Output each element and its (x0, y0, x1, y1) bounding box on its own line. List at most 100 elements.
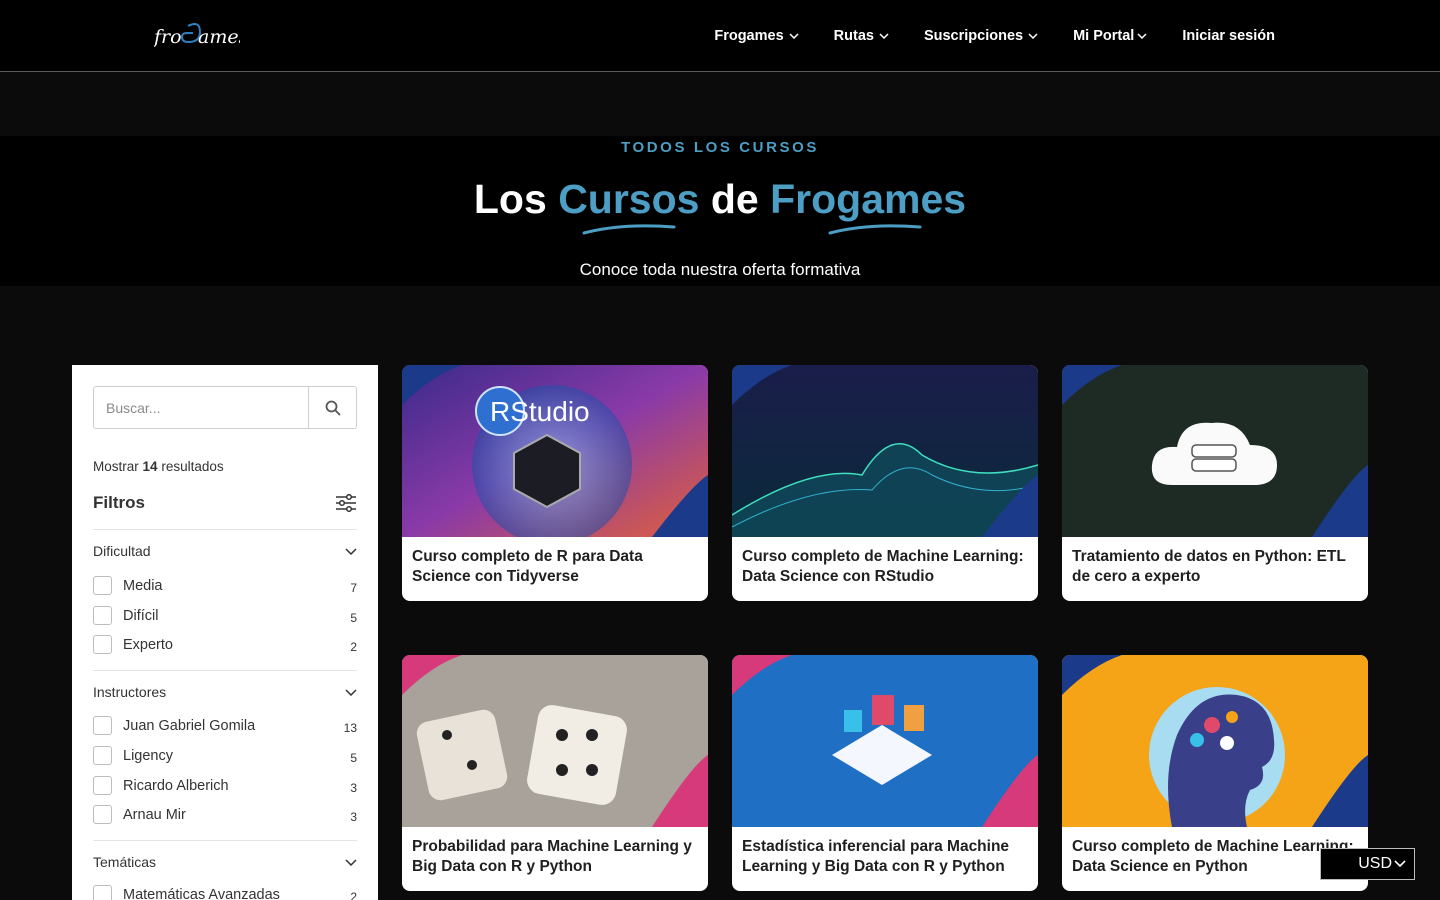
chevron-down-icon (345, 688, 357, 696)
chevron-down-icon (345, 858, 357, 866)
hero-subtitle: Conoce toda nuestra oferta formativa (579, 260, 861, 279)
divider (93, 670, 357, 671)
checkbox[interactable] (93, 716, 112, 735)
filter-option-label: Ricardo Alberich (123, 777, 229, 794)
title-accent-2: Frogames (770, 176, 967, 235)
page-title: Los Cursos de Frogames (0, 176, 1440, 235)
course-thumbnail (1062, 365, 1368, 537)
search-icon (325, 400, 340, 415)
checkbox[interactable] (93, 606, 112, 625)
nav-rutas[interactable]: Rutas (834, 28, 889, 44)
nav-rutas-label: Rutas (833, 28, 874, 44)
checkbox[interactable] (93, 635, 112, 654)
filter-option[interactable]: Juan Gabriel Gomila 13 (93, 716, 357, 735)
filter-option-label: Media (123, 577, 163, 594)
course-card[interactable]: Tratamiento de datos en Python: ETL de c… (1062, 365, 1368, 601)
dice-image (402, 655, 708, 827)
chevron-down-icon (1137, 33, 1147, 39)
filter-option-label: Ligency (123, 747, 173, 764)
course-title: Curso completo de R para Data Science co… (412, 548, 643, 585)
top-navbar: fro ames Frogames Rutas Suscripciones Mi… (0, 0, 1440, 72)
filter-option-count: 3 (350, 810, 357, 824)
filter-option-count: 5 (350, 751, 357, 765)
divider (93, 840, 357, 841)
course-card[interactable]: Estadística inferencial para Machine Lea… (732, 655, 1038, 891)
course-thumbnail (1062, 655, 1368, 827)
title-accent-1-text: Cursos (558, 176, 700, 222)
course-title: Curso completo de Machine Learning: Data… (742, 548, 1024, 585)
data-dashboard-illustration (732, 655, 1038, 827)
nav-frogames-label: Frogames (714, 28, 784, 44)
sliders-icon[interactable] (335, 494, 357, 512)
results-count-text: Mostrar 14 resultados (93, 459, 224, 474)
wireframe-landscape-image (732, 365, 1038, 537)
filter-option[interactable]: Ligency 5 (93, 746, 357, 765)
filter-option[interactable]: Difícil 5 (93, 606, 357, 625)
nav-iniciar-sesion-label: Iniciar sesión (1182, 28, 1275, 44)
nav-frogames[interactable]: Frogames (714, 28, 799, 44)
title-accent-2-text: Frogames (770, 176, 967, 222)
course-title: Estadística inferencial para Machine Lea… (742, 838, 1010, 875)
chevron-down-icon (789, 33, 799, 39)
nav-suscripciones-label: Suscripciones (923, 28, 1024, 44)
hero-eyebrow: TODOS LOS CURSOS (620, 139, 819, 156)
course-card[interactable]: Curso completo de Machine Learning: Data… (732, 365, 1038, 601)
search-button[interactable] (308, 387, 356, 428)
checkbox[interactable] (93, 805, 112, 824)
nav-suscripciones[interactable]: Suscripciones (924, 28, 1038, 44)
filter-sidebar: Mostrar 14 resultados Filtros Dificultad… (72, 365, 378, 900)
filter-group-title: Dificultad (93, 543, 151, 559)
filter-option-label: Juan Gabriel Gomila (123, 717, 256, 734)
nav-mi-portal[interactable]: Mi Portal (1073, 28, 1147, 44)
filter-option[interactable]: Media 7 (93, 576, 357, 595)
filter-option-count: 7 (350, 581, 357, 595)
course-title: Probabilidad para Machine Learning y Big… (412, 838, 692, 875)
checkbox[interactable] (93, 885, 112, 900)
course-thumbnail (732, 655, 1038, 827)
course-title: Curso completo de Machine Learning: Data… (1072, 838, 1354, 875)
thumb-text-1: RStudio (490, 396, 590, 427)
hero-spacer (0, 72, 1440, 136)
filter-option-count: 2 (350, 890, 357, 900)
course-card[interactable]: Probabilidad para Machine Learning y Big… (402, 655, 708, 891)
filter-group-title: Temáticas (93, 854, 157, 870)
course-thumbnail (402, 655, 708, 827)
filter-group-title: Instructores (93, 684, 167, 700)
checkbox[interactable] (93, 776, 112, 795)
svg-text:fro: fro (154, 26, 182, 48)
filter-option[interactable]: Experto 2 (93, 635, 357, 654)
filter-option[interactable]: Matemáticas Avanzadas 2 (93, 885, 357, 900)
title-accent-1: Cursos (558, 176, 700, 235)
nav-iniciar-sesion[interactable]: Iniciar sesión (1182, 28, 1275, 44)
frogames-logo[interactable]: fro ames (152, 20, 249, 50)
filter-option[interactable]: Ricardo Alberich 3 (93, 776, 357, 795)
frogames-logo-icon: fro ames (152, 23, 249, 48)
course-title: Tratamiento de datos en Python: ETL de c… (1072, 548, 1346, 585)
filter-option[interactable]: Arnau Mir 3 (93, 805, 357, 824)
hero-section: TODOS LOS CURSOS Los Cursos de Frogames … (0, 136, 1440, 286)
nav-mi-portal-label: Mi Portal (1073, 28, 1135, 44)
checkbox[interactable] (93, 746, 112, 765)
filters-header: Filtros (93, 493, 357, 513)
search-input[interactable] (94, 387, 308, 428)
brain-gears-illustration (1062, 655, 1368, 827)
checkbox[interactable] (93, 576, 112, 595)
title-part-2: de (710, 176, 759, 222)
swoosh-underline-icon (828, 224, 922, 235)
filter-option-count: 2 (350, 640, 357, 654)
cloud-database-image (1062, 365, 1368, 537)
swoosh-underline-icon (582, 224, 676, 235)
filters-title: Filtros (93, 493, 145, 512)
svg-text:ames: ames (198, 26, 240, 48)
main-nav: Frogames Rutas Suscripciones Mi Portal I… (679, 0, 1275, 72)
filter-group-dificultad[interactable]: Dificultad (93, 543, 357, 559)
divider (93, 529, 357, 530)
filter-group-tematicas[interactable]: Temáticas (93, 854, 357, 870)
filter-option-label: Difícil (123, 607, 159, 624)
chevron-down-icon (345, 547, 357, 555)
course-card[interactable]: RStudio Curso completo de R para Data Sc… (402, 365, 708, 601)
filter-group-instructores[interactable]: Instructores (93, 684, 357, 700)
currency-selector[interactable]: USD (1320, 848, 1415, 880)
filter-option-label: Matemáticas Avanzadas (123, 886, 280, 900)
course-thumbnail: RStudio (402, 365, 708, 537)
